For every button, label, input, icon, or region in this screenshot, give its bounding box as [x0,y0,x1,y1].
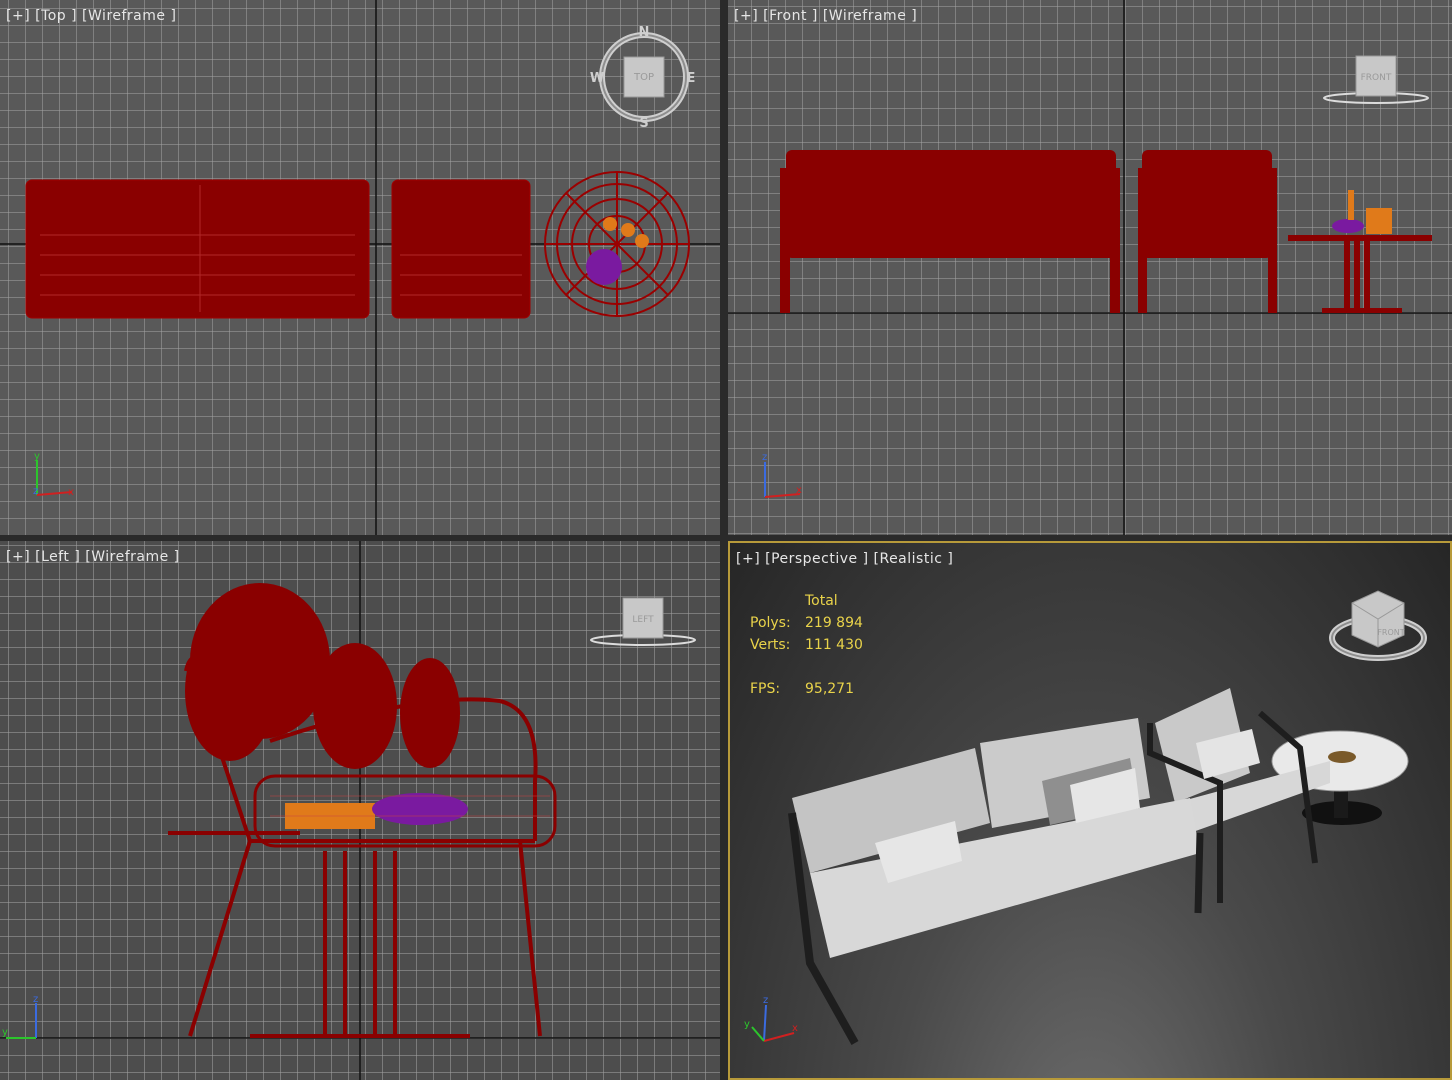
max-viewport-layout: [+] [Top ] [Wireframe ] TOP N S E W y x … [0,0,1452,1080]
viewport-front[interactable]: [+] [Front ] [Wireframe ] FRONT z x [728,0,1452,535]
viewcube-icon[interactable] [1329,590,1427,661]
fps-value: 95,271 [805,681,854,697]
compass-north-label: N [639,25,650,40]
viewcube-face-label: LEFT [632,615,654,625]
compass-east-label: E [687,71,696,86]
armchair-front-wire [1138,150,1277,313]
viewport-label-perspective[interactable]: [+] [Perspective ] [Realistic ] [736,551,953,567]
axis-x-label: x [68,487,74,498]
top-wireframe-scene: TOP N S E W y x z [0,0,720,535]
viewport-top[interactable]: [+] [Top ] [Wireframe ] TOP N S E W y x … [0,0,720,535]
axis-tripod-icon [36,460,73,496]
polys-value: 219 894 [805,615,863,631]
left-wireframe-scene: LEFT z y [0,541,720,1080]
table-top-wire [544,171,690,317]
front-wireframe-scene: FRONT z x [728,0,1452,535]
viewcube-face-label: FRONT [1377,628,1404,637]
viewcube-face-label: FRONT [1361,73,1392,83]
viewport-label-left[interactable]: [+] [Left ] [Wireframe ] [6,549,180,565]
viewport-label-top[interactable]: [+] [Top ] [Wireframe ] [6,8,176,24]
compass-south-label: S [639,116,648,131]
table-front-wire [1288,235,1432,313]
axis-tripod-icon [764,462,801,498]
stats-header: Total [805,593,838,609]
axis-tripod-icon [6,1003,37,1039]
axis-x-label: x [792,1023,798,1034]
verts-value: 111 430 [805,637,863,653]
sofa-render [788,718,1204,1045]
viewport-label-front[interactable]: [+] [Front ] [Wireframe ] [734,8,917,24]
axis-y-label: y [2,1027,8,1038]
sofa-top-wire [25,179,370,319]
viewcube-face-label: TOP [633,72,654,83]
axis-y-label: y [744,1019,750,1030]
axis-tripod-icon [751,1004,795,1042]
armchair-top-wire [391,179,531,319]
fps-label: FPS: [750,681,781,697]
axis-y-label: y [34,451,40,462]
viewport-left[interactable]: [+] [Left ] [Wireframe ] LEFT z y [0,541,720,1080]
verts-label: Verts: [750,637,791,653]
axis-z-label: z [33,486,38,497]
axis-z-label: z [763,995,768,1006]
axis-x-label: x [796,485,802,496]
armchair-render [1147,688,1330,903]
axis-z-label: z [33,994,38,1005]
viewport-perspective[interactable]: [+] [Perspective ] [Realistic ] Total Po… [728,541,1452,1080]
axis-z-label: z [762,452,767,463]
sofa-front-wire [780,150,1120,313]
compass-west-label: W [590,71,604,86]
polys-label: Polys: [750,615,791,631]
